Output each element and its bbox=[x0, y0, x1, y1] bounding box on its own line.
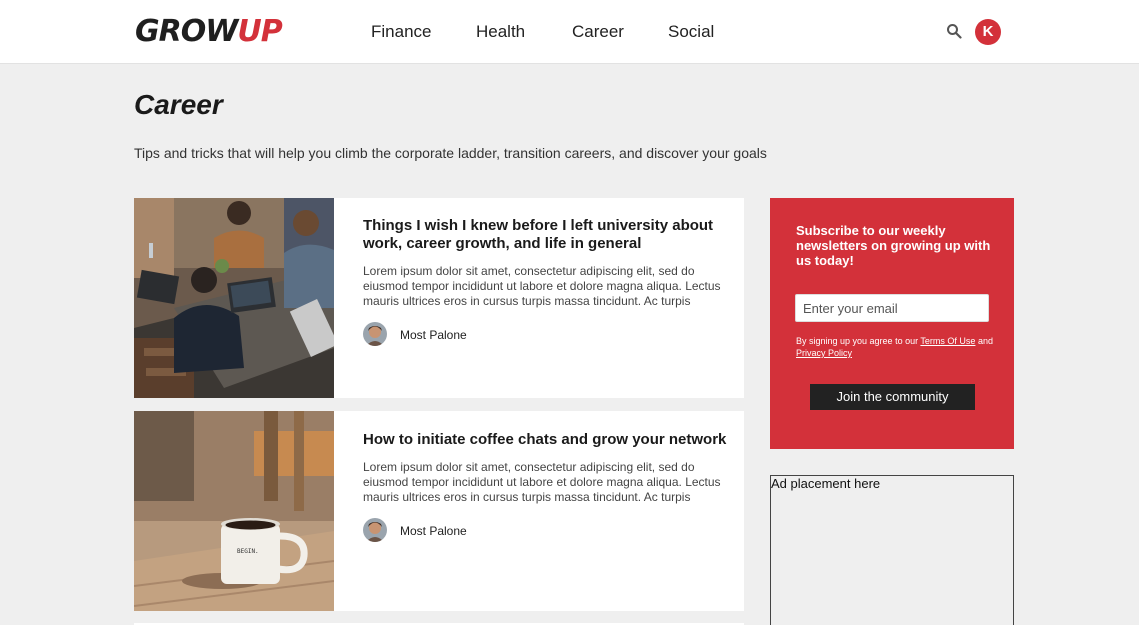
email-field[interactable] bbox=[795, 294, 989, 322]
site-header: GROWUP Finance Health Career Social K bbox=[0, 0, 1139, 64]
newsletter-subscribe-box: Subscribe to our weekly newsletters on g… bbox=[770, 198, 1014, 449]
logo[interactable]: GROWUP bbox=[135, 14, 283, 50]
page-subtitle: Tips and tricks that will help you climb… bbox=[134, 145, 767, 161]
nav-finance[interactable]: Finance bbox=[371, 22, 431, 42]
article-title[interactable]: How to initiate coffee chats and grow yo… bbox=[363, 431, 733, 449]
subscribe-heading: Subscribe to our weekly newsletters on g… bbox=[796, 223, 991, 268]
author-avatar bbox=[363, 322, 387, 346]
nav-career[interactable]: Career bbox=[572, 22, 624, 42]
search-icon[interactable] bbox=[946, 23, 962, 39]
mug-text: BEGIN. bbox=[237, 548, 259, 555]
article-card[interactable]: Things I wish I knew before I left unive… bbox=[134, 198, 744, 398]
ad-placement-text: Ad placement here bbox=[771, 476, 881, 491]
nav-social[interactable]: Social bbox=[668, 22, 714, 42]
ad-placement: Ad placement here bbox=[770, 475, 1014, 625]
legal-text: By signing up you agree to our Terms Of … bbox=[796, 335, 996, 359]
user-avatar[interactable]: K bbox=[975, 19, 1001, 45]
author-name[interactable]: Most Palone bbox=[400, 328, 467, 342]
nav-health[interactable]: Health bbox=[476, 22, 525, 42]
join-community-button[interactable]: Join the community bbox=[810, 384, 975, 410]
article-title[interactable]: Things I wish I knew before I left unive… bbox=[363, 217, 733, 253]
legal-prefix: By signing up you agree to our bbox=[796, 336, 921, 346]
privacy-policy-link[interactable]: Privacy Policy bbox=[796, 348, 852, 358]
article-image-coffee-mug: BEGIN. bbox=[134, 411, 334, 611]
author-avatar bbox=[363, 518, 387, 542]
article-card[interactable]: BEGIN. How to initiate coffee chats and … bbox=[134, 411, 744, 611]
logo-part-up: UP bbox=[237, 14, 282, 49]
author-name[interactable]: Most Palone bbox=[400, 524, 467, 538]
legal-and: and bbox=[975, 336, 993, 346]
logo-part-grow: GROW bbox=[135, 14, 238, 49]
article-excerpt: Lorem ipsum dolor sit amet, consectetur … bbox=[363, 460, 721, 504]
article-excerpt: Lorem ipsum dolor sit amet, consectetur … bbox=[363, 264, 721, 308]
page-title: Career bbox=[134, 89, 223, 120]
article-image-people-working-on-laptops bbox=[134, 198, 334, 398]
terms-of-use-link[interactable]: Terms Of Use bbox=[920, 336, 975, 346]
